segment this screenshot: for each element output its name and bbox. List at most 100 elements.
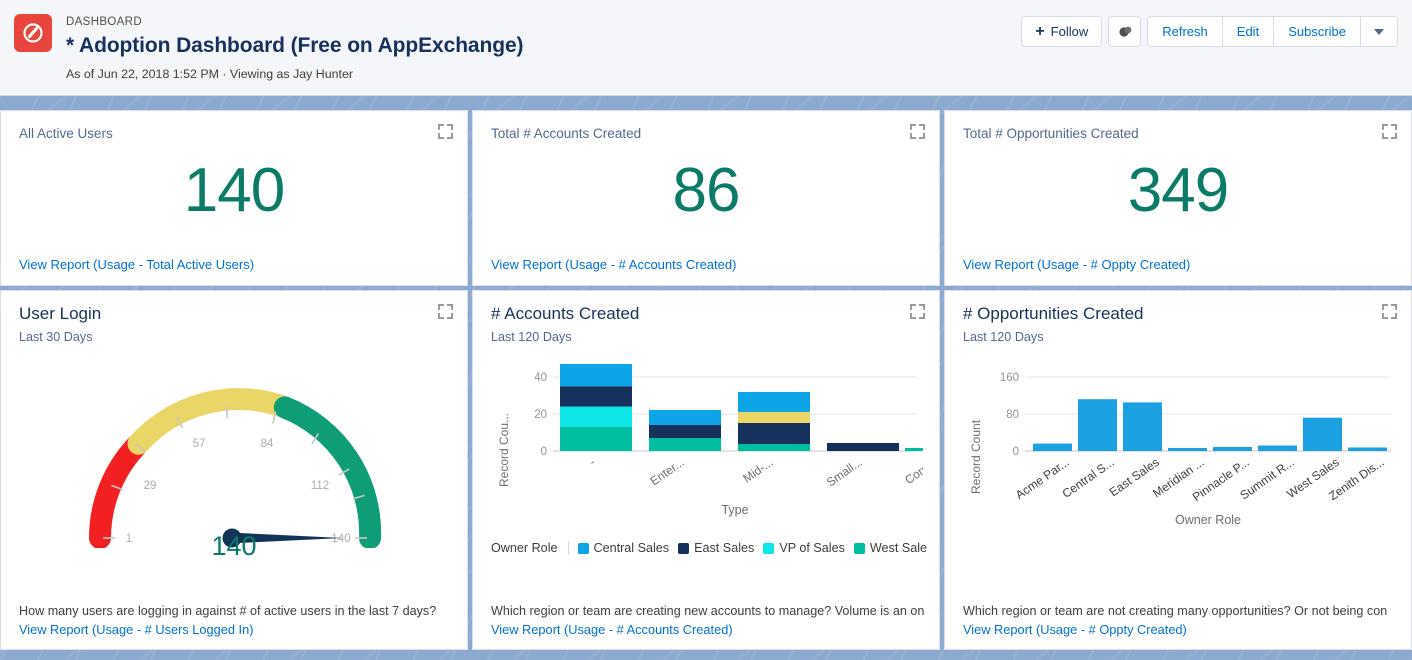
bar-chart-svg: Record Count 160 80 0 (963, 352, 1395, 582)
legend-item-central-sales[interactable]: Central Sales (578, 541, 670, 555)
widget-opportunities-created[interactable]: # Opportunities Created Last 120 Days Re… (944, 290, 1412, 650)
widget-description: Which region or team are not creating ma… (963, 603, 1401, 620)
expand-icon[interactable] (910, 304, 925, 319)
widget-subtitle: Last 120 Days (491, 328, 921, 346)
widget-subtitle: Last 120 Days (963, 328, 1393, 346)
dashboard-icon (14, 14, 52, 52)
svg-text:Corp...: Corp... (902, 455, 923, 487)
legend-label: VP of Sales (779, 541, 845, 555)
svg-text:Type: Type (721, 503, 748, 517)
view-report-link[interactable]: View Report (Usage - # Users Logged In) (19, 620, 457, 639)
page-title: * Adoption Dashboard (Free on AppExchang… (66, 32, 523, 60)
more-actions-button[interactable] (1361, 16, 1398, 47)
svg-text:57: 57 (193, 438, 206, 450)
widget-all-active-users[interactable]: All Active Users 140 View Report (Usage … (0, 110, 468, 286)
widget-accounts-created[interactable]: # Accounts Created Last 120 Days Record … (472, 290, 940, 650)
widget-total-opportunities-created[interactable]: Total # Opportunities Created 349 View R… (944, 110, 1412, 286)
widget-footer: How many users are logging in against # … (19, 603, 457, 639)
widget-title: User Login (19, 303, 449, 325)
svg-text:0: 0 (1013, 446, 1019, 458)
header-actions: + Follow Refresh Edit Subscribe (1021, 0, 1412, 47)
expand-icon[interactable] (1382, 124, 1397, 139)
legend-swatch (578, 543, 589, 554)
widget-title: Total # Opportunities Created (963, 125, 1393, 143)
plus-icon: + (1035, 24, 1044, 40)
header-left: DASHBOARD * Adoption Dashboard (Free on … (0, 0, 1021, 82)
bar-group-5 (905, 448, 923, 451)
svg-text:0: 0 (541, 446, 547, 458)
widget-description: Which region or team are creating new ac… (491, 603, 929, 620)
follow-button-label: Follow (1051, 17, 1089, 46)
widget-description: How many users are logging in against # … (19, 603, 457, 620)
svg-text:40: 40 (534, 372, 547, 384)
legend-title: Owner Role (491, 541, 569, 555)
chart-legend: Owner Role Central Sales East Sales VP o… (491, 541, 935, 555)
chatter-button[interactable] (1108, 16, 1141, 47)
svg-text:29: 29 (144, 480, 157, 492)
gauge-svg: 1 29 57 84 112 140 (19, 348, 451, 548)
page-header: DASHBOARD * Adoption Dashboard (Free on … (0, 0, 1412, 96)
gauge-chart: 1 29 57 84 112 140 140 (19, 348, 449, 558)
svg-text:Owner Role: Owner Role (1175, 513, 1241, 527)
chevron-down-icon (1374, 29, 1384, 35)
legend-item-west-sales[interactable]: West Sale (854, 541, 927, 555)
svg-text:80: 80 (1006, 409, 1019, 421)
metric-value: 140 (19, 159, 449, 223)
svg-text:Small...: Small... (824, 455, 865, 489)
gauge-value: 140 (19, 531, 449, 561)
refresh-button[interactable]: Refresh (1147, 16, 1223, 47)
widget-title: All Active Users (19, 125, 449, 143)
legend-swatch (854, 543, 865, 554)
dashboard-grid: All Active Users 140 View Report (Usage … (0, 110, 1412, 650)
follow-button[interactable]: + Follow (1021, 16, 1102, 47)
widget-title: # Opportunities Created (963, 303, 1393, 325)
bar-chart: Record Count 160 80 0 (963, 352, 1393, 582)
bar-group-4 (827, 443, 899, 451)
expand-icon[interactable] (1382, 304, 1397, 319)
view-report-link[interactable]: View Report (Usage - # Oppty Created) (963, 620, 1401, 639)
widget-user-login[interactable]: User Login Last 30 Days (0, 290, 468, 650)
svg-text:-: - (586, 455, 597, 469)
legend-label: East Sales (694, 541, 754, 555)
dashboard-action-group: Refresh Edit Subscribe (1147, 16, 1398, 47)
view-report-link[interactable]: View Report (Usage - # Accounts Created) (491, 256, 736, 273)
bar-group-3 (738, 392, 810, 451)
widget-title: Total # Accounts Created (491, 125, 921, 143)
legend-swatch (763, 543, 774, 554)
bar-group-2 (649, 410, 721, 451)
widget-total-accounts-created[interactable]: Total # Accounts Created 86 View Report … (472, 110, 940, 286)
svg-text:Enter...: Enter... (648, 455, 687, 488)
chatter-icon (1117, 24, 1133, 40)
expand-icon[interactable] (438, 304, 453, 319)
expand-icon[interactable] (910, 124, 925, 139)
svg-text:Record Cou...: Record Cou... (497, 413, 511, 487)
view-report-link[interactable]: View Report (Usage - # Oppty Created) (963, 256, 1190, 273)
page-subtitle: As of Jun 22, 2018 1:52 PM · Viewing as … (66, 66, 523, 82)
legend-label: West Sale (870, 541, 927, 555)
stacked-bar-svg: Record Cou... 40 20 0 (491, 352, 923, 567)
stacked-bar-chart: Record Cou... 40 20 0 (491, 352, 921, 567)
legend-label: Central Sales (594, 541, 670, 555)
legend-item-vp-of-sales[interactable]: VP of Sales (763, 541, 845, 555)
breadcrumb: DASHBOARD (66, 15, 523, 29)
widget-footer: Which region or team are not creating ma… (963, 603, 1401, 639)
view-report-link[interactable]: View Report (Usage - # Accounts Created) (491, 620, 929, 639)
edit-button[interactable]: Edit (1223, 16, 1274, 47)
widget-subtitle: Last 30 Days (19, 328, 449, 346)
svg-text:160: 160 (1000, 372, 1019, 384)
expand-icon[interactable] (438, 124, 453, 139)
svg-text:112: 112 (311, 480, 329, 492)
view-report-link[interactable]: View Report (Usage - Total Active Users) (19, 256, 254, 273)
svg-text:20: 20 (534, 409, 547, 421)
svg-text:84: 84 (261, 438, 274, 450)
widget-title: # Accounts Created (491, 303, 921, 325)
subscribe-button[interactable]: Subscribe (1274, 16, 1361, 47)
legend-swatch (678, 543, 689, 554)
legend-item-east-sales[interactable]: East Sales (678, 541, 754, 555)
metric-value: 349 (963, 159, 1393, 223)
metric-value: 86 (491, 159, 921, 223)
svg-text:Mid-...: Mid-... (740, 455, 775, 486)
bar-group-1 (560, 364, 632, 451)
svg-text:Record Count: Record Count (969, 419, 983, 494)
header-titles: DASHBOARD * Adoption Dashboard (Free on … (66, 14, 523, 82)
